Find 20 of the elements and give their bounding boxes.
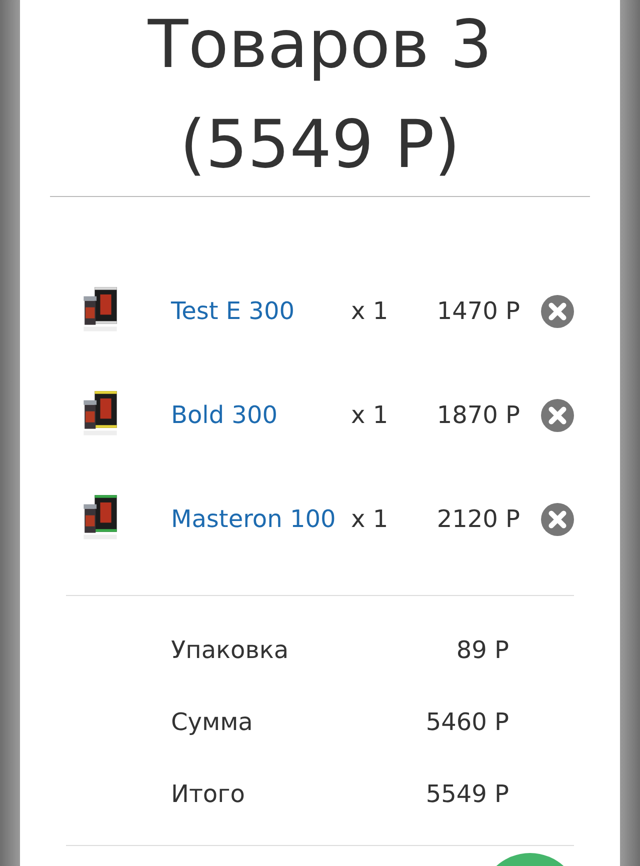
product-quantity: x 1	[351, 297, 390, 325]
cart-title: Товаров 3	[148, 5, 492, 85]
cart-total-title: (5549 Р)	[180, 105, 460, 185]
remove-icon[interactable]	[541, 502, 574, 536]
product-price: 2120 Р	[436, 505, 520, 533]
product-price: 1470 Р	[436, 297, 520, 325]
product-quantity: x 1	[351, 401, 390, 429]
remove-icon[interactable]	[541, 294, 574, 328]
summary-value: 5549 Р	[426, 780, 509, 808]
summary-label: Упаковка	[171, 636, 289, 664]
product-price: 1870 Р	[436, 401, 520, 429]
summary-value: 89 Р	[456, 636, 509, 664]
product-link[interactable]: Test E 300	[171, 291, 351, 331]
summary-label: Сумма	[171, 708, 253, 736]
product-link[interactable]: Bold 300	[171, 395, 351, 435]
product-link[interactable]: Masteron 100	[171, 499, 351, 539]
product-quantity: x 1	[351, 505, 390, 533]
summary-value: 5460 Р	[426, 708, 509, 736]
summary-label: Итого	[171, 780, 245, 808]
remove-icon[interactable]	[541, 398, 574, 432]
